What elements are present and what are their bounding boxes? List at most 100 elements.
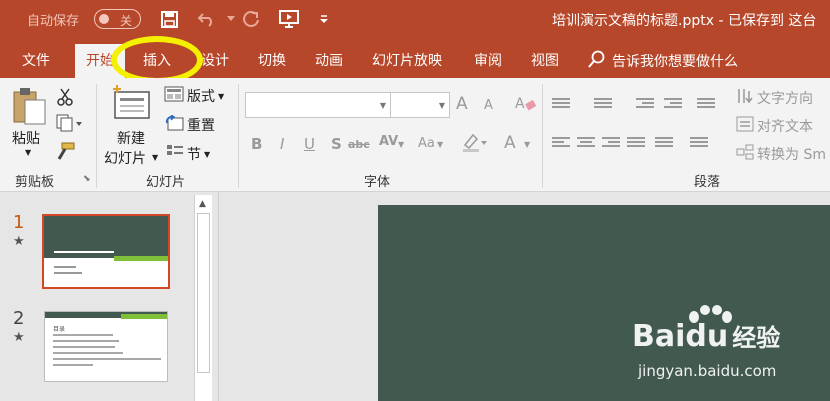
change-case-button[interactable]: Aa [418, 136, 435, 151]
undo-icon[interactable] [197, 9, 217, 29]
watermark-brand-left: Bai [632, 319, 686, 354]
justify-icon[interactable] [627, 137, 645, 151]
thumb-text-line [53, 358, 161, 360]
font-group-label: 字体 [364, 175, 391, 190]
thumb-accent-stripe [121, 314, 167, 319]
text-shadow-button[interactable]: S [331, 135, 342, 153]
lightbulb-search-icon [588, 50, 606, 72]
save-icon[interactable] [159, 9, 179, 29]
slide-1-number: 1 [13, 212, 25, 233]
slide-1-thumbnail[interactable] [42, 214, 170, 289]
new-slide-dropdown-icon[interactable]: ▼ [152, 153, 158, 162]
tab-insert[interactable]: 插入 [143, 50, 171, 70]
clipboard-launcher-icon[interactable]: ⬊ [83, 174, 91, 184]
layout-label: 版式 [187, 89, 215, 105]
font-size-combo[interactable]: ▼ [390, 92, 450, 118]
layout-icon [164, 86, 184, 106]
text-direction-button[interactable]: 文字方向 [736, 88, 813, 108]
font-name-combo[interactable]: ▼ [245, 92, 391, 118]
title-bar: 自动保存 关 培训演示文稿的标题.pptx - 已保存到 这台 [0, 0, 830, 38]
reset-icon [164, 114, 184, 135]
tab-review[interactable]: 审阅 [474, 50, 502, 70]
svg-text:A: A [515, 96, 525, 112]
layout-dropdown-icon: ▼ [218, 91, 225, 101]
autosave-label: 自动保存 [27, 14, 80, 29]
tab-home[interactable]: 开始 [75, 44, 125, 78]
tell-me-search[interactable]: 告诉我你想要做什么 [588, 50, 738, 72]
distributed-icon[interactable] [690, 137, 708, 151]
text-direction-icon [736, 88, 754, 108]
paste-button[interactable]: 粘贴 [12, 128, 40, 148]
new-slide-icon[interactable] [111, 84, 151, 122]
bullets-icon[interactable] [552, 98, 570, 112]
bold-button[interactable]: B [251, 135, 262, 153]
grow-font-button[interactable]: A [456, 94, 468, 114]
underline-button[interactable]: U [304, 135, 315, 153]
tab-slideshow[interactable]: 幻灯片放映 [372, 50, 442, 70]
format-painter-icon[interactable] [56, 142, 76, 160]
character-spacing-button[interactable]: AV [379, 134, 398, 149]
align-center-icon[interactable] [577, 137, 595, 151]
tab-animations[interactable]: 动画 [315, 50, 343, 70]
strikethrough-button[interactable]: abc [348, 138, 370, 151]
align-right-icon[interactable] [602, 137, 620, 151]
tab-view[interactable]: 视图 [531, 50, 559, 70]
thumb-text-line [53, 364, 93, 366]
start-from-beginning-icon[interactable] [279, 9, 299, 29]
paste-icon[interactable] [11, 86, 47, 126]
undo-dropdown-icon[interactable] [221, 9, 241, 29]
align-text-button[interactable]: 对齐文本 [736, 116, 813, 136]
thumb-text-line [53, 340, 119, 342]
new-slide-button[interactable]: 新建 [117, 128, 145, 148]
font-color-button[interactable]: A [504, 133, 516, 153]
autosave-toggle[interactable]: 关 [94, 9, 141, 29]
character-spacing-dropdown-icon[interactable]: ▼ [398, 140, 404, 149]
clear-formatting-icon[interactable]: A [514, 94, 536, 112]
reset-button[interactable]: 重置 [164, 114, 215, 135]
font-size-dropdown-icon: ▼ [438, 101, 445, 110]
watermark-logo: Baidu 经验 [632, 318, 780, 354]
layout-button[interactable]: 版式 ▼ [164, 86, 224, 106]
slide-2-number: 2 [13, 308, 25, 329]
tab-file[interactable]: 文件 [22, 50, 50, 70]
align-left-icon[interactable] [552, 137, 570, 151]
numbering-icon[interactable] [594, 98, 612, 112]
redo-icon[interactable] [241, 9, 261, 29]
clipboard-group-label: 剪贴板 [15, 175, 55, 190]
toggle-knob [99, 14, 109, 24]
paste-dropdown-icon[interactable]: ▼ [25, 148, 31, 157]
decrease-indent-icon[interactable] [636, 98, 654, 112]
increase-indent-icon[interactable] [664, 98, 682, 112]
new-slide-label[interactable]: 幻灯片 [104, 148, 146, 168]
copy-icon[interactable] [56, 114, 82, 132]
tab-transitions[interactable]: 切换 [258, 50, 286, 70]
cut-icon[interactable] [56, 88, 74, 106]
section-label: 节 [187, 147, 201, 163]
slide-2-thumbnail[interactable]: 目录 [44, 311, 168, 382]
convert-smartart-label: 转换为 Sm [757, 147, 826, 163]
paragraph-group-label: 段落 [694, 175, 721, 190]
highlight-color-icon[interactable] [461, 133, 487, 153]
align-text-icon [736, 116, 754, 136]
line-spacing-icon[interactable] [697, 98, 715, 112]
font-color-dropdown-icon[interactable]: ▼ [524, 140, 530, 149]
customize-toolbar-icon[interactable] [314, 9, 334, 29]
watermark-url: jingyan.baidu.com [638, 362, 777, 380]
tab-design[interactable]: 设计 [201, 50, 229, 70]
thumb-text-line [53, 334, 113, 336]
italic-button[interactable]: I [280, 135, 284, 153]
reset-label: 重置 [187, 118, 215, 134]
slides-scrollbar[interactable]: ▲ [194, 195, 212, 401]
shrink-font-button[interactable]: A [484, 98, 493, 113]
scroll-up-icon[interactable]: ▲ [199, 199, 206, 209]
text-direction-label: 文字方向 [757, 91, 813, 107]
change-case-dropdown-icon[interactable]: ▼ [437, 140, 443, 149]
section-button[interactable]: 节 ▼ [166, 144, 210, 164]
columns-icon[interactable] [655, 137, 673, 151]
tell-me-text: 告诉我你想要做什么 [612, 54, 738, 70]
convert-smartart-button[interactable]: 转换为 Sm [736, 144, 826, 164]
watermark-brand-mid: du [685, 319, 729, 354]
thumb-title-line [54, 251, 114, 253]
group-divider [96, 84, 97, 188]
scrollbar-thumb[interactable] [197, 213, 210, 373]
